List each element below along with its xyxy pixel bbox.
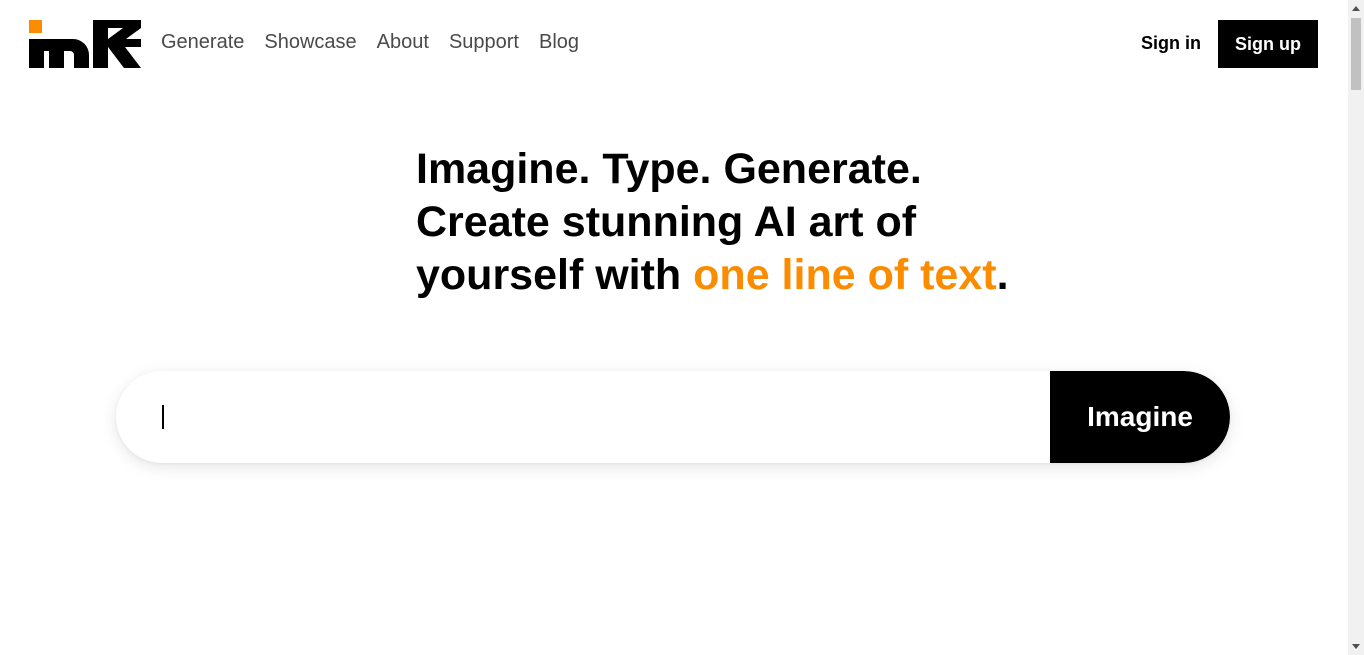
mk-logo[interactable]	[29, 20, 141, 68]
logo-accent-square	[29, 20, 42, 33]
scroll-down-arrow-icon[interactable]	[1352, 644, 1360, 649]
main-nav: Generate Showcase About Support Blog	[161, 31, 579, 54]
scroll-thumb[interactable]	[1351, 18, 1361, 90]
hero-line-2: Create stunning AI art of	[416, 198, 917, 246]
hero-line-1: Imagine. Type. Generate.	[416, 145, 922, 193]
nav-support[interactable]: Support	[449, 31, 519, 54]
nav-generate[interactable]: Generate	[161, 31, 244, 54]
hero-line-3-prefix: yourself with	[416, 251, 694, 299]
nav-blog[interactable]: Blog	[539, 31, 579, 54]
nav-showcase[interactable]: Showcase	[264, 31, 356, 54]
sign-up-button[interactable]: Sign up	[1218, 20, 1318, 68]
hero-heading: Imagine. Type. Generate. Create stunning…	[416, 143, 1009, 302]
prompt-bar: Imagine	[116, 371, 1230, 463]
prompt-input[interactable]	[116, 371, 1050, 463]
scroll-up-arrow-icon[interactable]	[1352, 6, 1360, 11]
page: Generate Showcase About Support Blog Sig…	[0, 0, 1364, 655]
hero-line-3-suffix: .	[996, 251, 1009, 299]
logo-k-top	[108, 20, 141, 47]
nav-about[interactable]: About	[377, 31, 429, 54]
hero-line-3: yourself with one line of text.	[416, 249, 1009, 302]
scrollbar[interactable]	[1348, 0, 1364, 655]
logo-k-leg	[108, 47, 141, 68]
logo-m	[29, 39, 89, 68]
hero-accent-text: one line of text	[693, 251, 997, 299]
text-caret	[162, 405, 164, 429]
imagine-button[interactable]: Imagine	[1050, 371, 1230, 463]
logo-k-stem	[93, 20, 108, 68]
sign-in-link[interactable]: Sign in	[1141, 33, 1201, 54]
